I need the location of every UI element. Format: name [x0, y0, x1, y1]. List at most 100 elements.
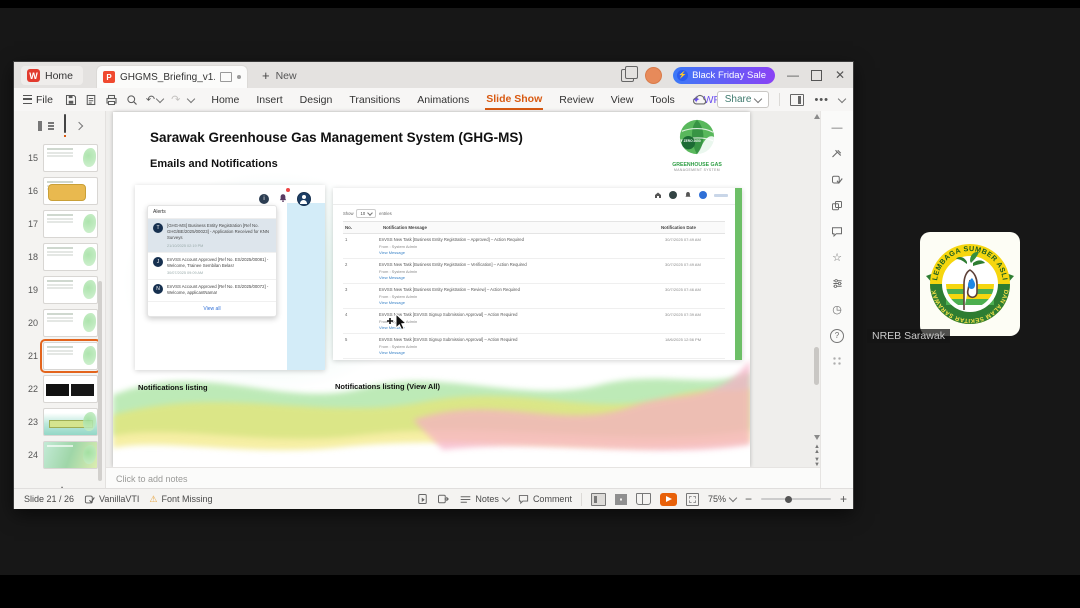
- slide-thumbnail-24[interactable]: 24: [14, 438, 105, 471]
- ghgms-globe-icon: NET ZERO 2050: [676, 119, 715, 155]
- file-label: File: [36, 93, 53, 106]
- zoom-slider[interactable]: [760, 495, 831, 503]
- thumbnail-preview: [43, 275, 98, 304]
- save-icon[interactable]: [65, 94, 77, 106]
- caption-right[interactable]: Notifications listing (View All): [335, 382, 440, 391]
- slide-thumbnail-17[interactable]: 17: [14, 207, 105, 240]
- file-menu-button[interactable]: File: [23, 94, 53, 106]
- reading-view-button[interactable]: [635, 493, 651, 505]
- zoom-level[interactable]: 75%: [708, 493, 738, 504]
- menu-item-design[interactable]: Design: [299, 91, 334, 109]
- menu-item-transitions[interactable]: Transitions: [348, 91, 401, 109]
- user-avatar-icon: [699, 191, 707, 199]
- menu-item-slide-show[interactable]: Slide Show: [485, 90, 544, 110]
- help-icon[interactable]: ?: [830, 328, 844, 343]
- slide-canvas[interactable]: Sarawak Greenhouse Gas Management System…: [113, 112, 750, 467]
- new-tab-button[interactable]: + New: [262, 66, 297, 85]
- cloud-sync-icon[interactable]: [692, 94, 707, 105]
- slide-thumbnail-20[interactable]: 20: [14, 306, 105, 339]
- slide-subtitle[interactable]: Emails and Notifications: [150, 158, 278, 170]
- restore-button[interactable]: [811, 69, 822, 81]
- user-avatar-icon: [297, 192, 311, 206]
- normal-view-button[interactable]: [590, 492, 606, 506]
- zoom-in-button[interactable]: +: [840, 492, 847, 506]
- star-icon[interactable]: ☆: [832, 251, 842, 264]
- collapse-panel-icon[interactable]: [74, 121, 83, 131]
- menu-item-animations[interactable]: Animations: [416, 91, 470, 109]
- slide-indicator[interactable]: Slide 21 / 26: [24, 494, 74, 504]
- comment-button[interactable]: Comment: [518, 494, 572, 505]
- caption-left[interactable]: Notifications listing: [138, 383, 208, 392]
- slide-thumbnail-15[interactable]: 15: [14, 141, 105, 174]
- slide-view-icon: [63, 114, 66, 133]
- shapes-icon[interactable]: [831, 199, 843, 212]
- zoom-out-button[interactable]: −: [745, 492, 752, 506]
- slide-thumbnail-23[interactable]: 23: [14, 405, 105, 438]
- print-icon[interactable]: [105, 94, 118, 106]
- letterbox-bottom: [0, 575, 1080, 608]
- redo-button[interactable]: ↷: [171, 93, 180, 106]
- divider: [333, 204, 742, 205]
- menu-item-insert[interactable]: Insert: [255, 91, 283, 109]
- undo-button[interactable]: ↶: [146, 93, 165, 106]
- promo-button[interactable]: ⚡ Black Friday Sale: [673, 66, 775, 84]
- present-settings-icon[interactable]: [437, 493, 450, 505]
- collapse-rail-icon[interactable]: —: [832, 121, 843, 134]
- proofing-icon[interactable]: [831, 173, 843, 186]
- collapse-ribbon-icon[interactable]: [837, 94, 847, 103]
- menu-item-review[interactable]: Review: [558, 91, 594, 109]
- present-from-start-icon[interactable]: [417, 493, 428, 505]
- font-missing-warning[interactable]: ⚠ Font Missing: [149, 494, 212, 505]
- more-options-icon[interactable]: •••: [814, 94, 829, 106]
- slide-thumbnail-18[interactable]: 18: [14, 240, 105, 273]
- thumbnail-preview: [43, 407, 98, 436]
- minimize-button[interactable]: —: [786, 68, 800, 82]
- mouse-cursor: [387, 312, 408, 331]
- slide-view-tab[interactable]: [63, 114, 66, 137]
- menu-item-tools[interactable]: Tools: [649, 91, 676, 109]
- slide-thumbnail-16[interactable]: 16: [14, 174, 105, 207]
- zoom-slider-handle[interactable]: [784, 495, 792, 503]
- tab-wps-home[interactable]: W Home: [21, 66, 84, 85]
- slide-thumbnail-19[interactable]: 19: [14, 273, 105, 306]
- apps-grid-icon[interactable]: [831, 355, 843, 368]
- table-row: 1 EnVSS New Task [Business Entity Registr…: [343, 234, 725, 259]
- notes-bar[interactable]: Click to add notes: [106, 467, 820, 489]
- ppt-file-icon: P: [103, 71, 115, 83]
- scrollbar-thumb[interactable]: [814, 347, 819, 385]
- thumbnail-scrollbar[interactable]: [98, 281, 102, 481]
- menu-item-home[interactable]: Home: [210, 91, 240, 109]
- alert-item: J EnVSS Account Approved [Ref No. ES/2025…: [148, 253, 276, 281]
- tab-document[interactable]: P GHGMS_Briefing_v1.pptx: [96, 65, 248, 88]
- tools-icon[interactable]: [831, 147, 843, 160]
- comment-icon[interactable]: [831, 225, 843, 238]
- alert-time: 30/07/2025 09:09 AM: [167, 271, 204, 276]
- fit-slide-button[interactable]: [685, 492, 699, 506]
- slideshow-play-button[interactable]: [659, 492, 677, 506]
- tab-list-icon[interactable]: [621, 65, 639, 82]
- task-pane-icon[interactable]: [790, 93, 805, 106]
- thumbnail-number: 24: [27, 449, 38, 460]
- find-replace-icon[interactable]: [126, 94, 138, 106]
- proofing-language[interactable]: VanillaVTI: [84, 494, 139, 505]
- notes-toggle[interactable]: Notes: [460, 493, 511, 504]
- slide-thumbnail-21[interactable]: 21: [14, 338, 105, 373]
- unsaved-dot-icon: [237, 75, 241, 79]
- slide-title[interactable]: Sarawak Greenhouse Gas Management System…: [150, 130, 523, 145]
- share-button[interactable]: Share: [716, 91, 770, 108]
- account-avatar[interactable]: [645, 66, 663, 84]
- quickbar-more-icon[interactable]: [187, 94, 196, 103]
- alerts-dropdown: Alerts T [GHG-MS] Business Entity Registr…: [147, 205, 277, 317]
- history-icon[interactable]: ◷: [832, 303, 842, 316]
- menu-item-view[interactable]: View: [610, 91, 635, 109]
- close-button[interactable]: ✕: [833, 68, 847, 82]
- slide-sorter-button[interactable]: [614, 493, 627, 505]
- outline-view-icon[interactable]: [37, 121, 54, 131]
- settings-sliders-icon[interactable]: [832, 277, 843, 290]
- view-all-link: View all: [203, 305, 221, 312]
- slide-thumbnail-22[interactable]: 22: [14, 372, 105, 405]
- export-pdf-icon[interactable]: [85, 94, 97, 106]
- alerts-header: Alerts: [148, 206, 276, 219]
- participant-video-tile[interactable]: LEMBAGA SUMBER ASLI DAN ALAM SEKITAR SAR…: [920, 232, 1020, 341]
- view-message-link: View Message: [379, 275, 405, 280]
